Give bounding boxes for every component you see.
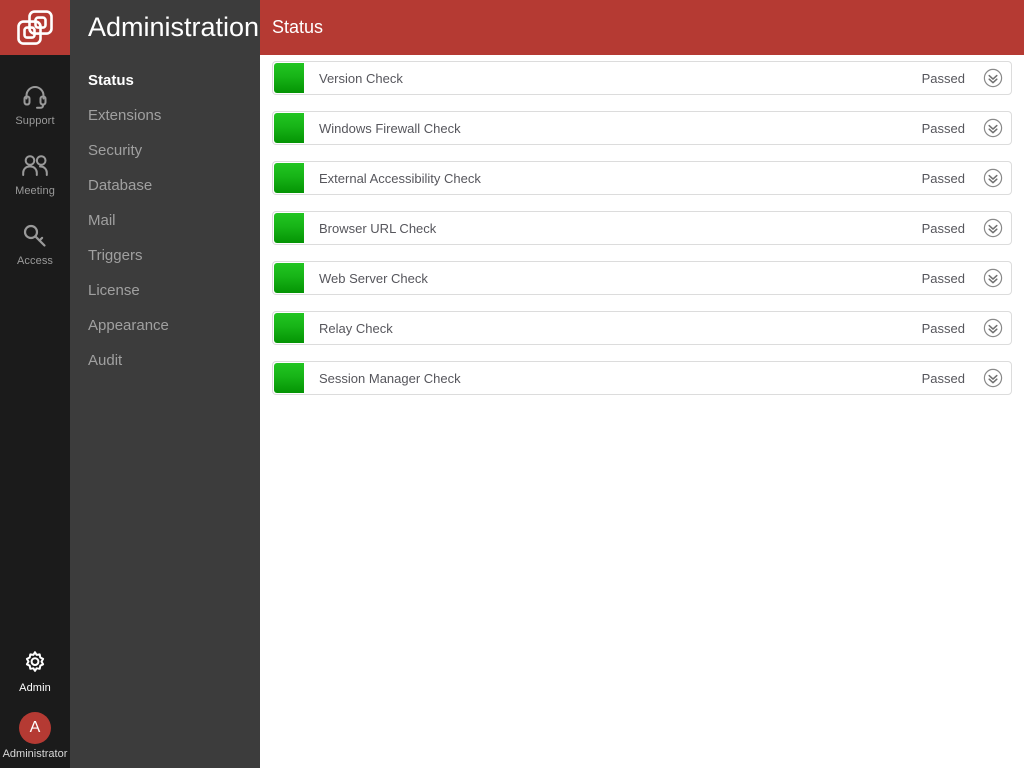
sidebar-item-label: Appearance [88, 317, 169, 334]
status-badge [274, 113, 304, 143]
check-result: Passed [921, 270, 965, 286]
sidebar-item-label: License [88, 282, 140, 299]
status-badge [274, 213, 304, 243]
sidebar-item-label: Database [88, 177, 153, 194]
rail-item-list: Support Meeting Access [0, 55, 70, 279]
rail-item-label: Meeting [15, 185, 55, 197]
chevron-double-down-icon[interactable] [983, 118, 1003, 138]
page-header: Status [260, 0, 1024, 55]
check-name: Windows Firewall Check [319, 120, 461, 136]
check-name: Session Manager Check [319, 370, 461, 386]
rail-item-access[interactable]: Access [0, 209, 70, 279]
sidebar-title: Administration [88, 12, 260, 42]
sidebar-nav-list: Status Extensions Security Database Mail… [70, 55, 260, 378]
avatar-username: Administrator [2, 748, 68, 760]
table-row[interactable]: Relay Check Passed [272, 311, 1012, 345]
main-content: Status Version Check Passed Windows Fire… [260, 0, 1024, 768]
table-row[interactable]: Browser URL Check Passed [272, 211, 1012, 245]
chevron-double-down-icon[interactable] [983, 168, 1003, 188]
gear-icon [22, 648, 48, 678]
check-result: Passed [921, 370, 965, 386]
page-title: Status [272, 17, 324, 37]
chevron-double-down-icon[interactable] [983, 268, 1003, 288]
check-name: Relay Check [319, 320, 393, 336]
key-icon [22, 221, 48, 251]
avatar: A [19, 712, 51, 744]
sidebar-item-label: Triggers [88, 247, 143, 264]
check-result: Passed [921, 320, 965, 336]
sidebar-item-mail[interactable]: Mail [70, 203, 260, 238]
chevron-double-down-icon[interactable] [983, 218, 1003, 238]
app-window: Support Meeting Access Admin A Administr… [0, 0, 1024, 768]
user-account-button[interactable]: A Administrator [0, 706, 70, 760]
status-badge [274, 313, 304, 343]
sidebar-item-triggers[interactable]: Triggers [70, 238, 260, 273]
sidebar-item-label: Mail [88, 212, 116, 229]
sidebar-item-appearance[interactable]: Appearance [70, 308, 260, 343]
table-row[interactable]: External Accessibility Check Passed [272, 161, 1012, 195]
check-result: Passed [921, 170, 965, 186]
chevron-double-down-icon[interactable] [983, 68, 1003, 88]
sidebar-item-database[interactable]: Database [70, 168, 260, 203]
check-name: Browser URL Check [319, 220, 437, 236]
rail-item-support[interactable]: Support [0, 69, 70, 139]
table-row[interactable]: Session Manager Check Passed [272, 361, 1012, 395]
check-name: Web Server Check [319, 270, 428, 286]
status-badge [274, 263, 304, 293]
headset-icon [22, 81, 48, 111]
sidebar-item-label: Status [88, 72, 134, 89]
overlapping-squares-logo-icon [15, 9, 55, 47]
table-row[interactable]: Web Server Check Passed [272, 261, 1012, 295]
brand-logo-tile[interactable] [0, 0, 70, 55]
status-badge [274, 63, 304, 93]
sidebar-item-audit[interactable]: Audit [70, 343, 260, 378]
rail-item-label: Support [15, 115, 55, 127]
sidebar-item-status[interactable]: Status [70, 63, 260, 98]
table-row[interactable]: Version Check Passed [272, 61, 1012, 95]
admin-sidebar: Administration Status Extensions Securit… [70, 0, 260, 768]
rail-item-label: Access [16, 255, 54, 267]
sidebar-item-label: Extensions [88, 107, 162, 124]
table-row[interactable]: Windows Firewall Check Passed [272, 111, 1012, 145]
check-result: Passed [921, 120, 965, 136]
sidebar-item-label: Security [88, 142, 143, 159]
sidebar-item-license[interactable]: License [70, 273, 260, 308]
check-name: Version Check [319, 70, 403, 86]
sidebar-item-security[interactable]: Security [70, 133, 260, 168]
check-result: Passed [921, 220, 965, 236]
check-name: External Accessibility Check [319, 170, 481, 186]
sidebar-item-extensions[interactable]: Extensions [70, 98, 260, 133]
rail-item-meeting[interactable]: Meeting [0, 139, 70, 209]
rail-item-label: Admin [19, 682, 51, 694]
rail-bottom-group: Admin A Administrator [0, 636, 70, 768]
chevron-double-down-icon[interactable] [983, 368, 1003, 388]
people-icon [21, 151, 49, 181]
status-badge [274, 363, 304, 393]
icon-rail: Support Meeting Access Admin A Administr… [0, 0, 70, 768]
check-result: Passed [921, 70, 965, 86]
rail-item-admin[interactable]: Admin [0, 636, 70, 706]
status-check-list: Version Check Passed Windows Firewall Ch… [260, 55, 1024, 768]
status-badge [274, 163, 304, 193]
sidebar-item-label: Audit [88, 352, 123, 369]
chevron-double-down-icon[interactable] [983, 318, 1003, 338]
